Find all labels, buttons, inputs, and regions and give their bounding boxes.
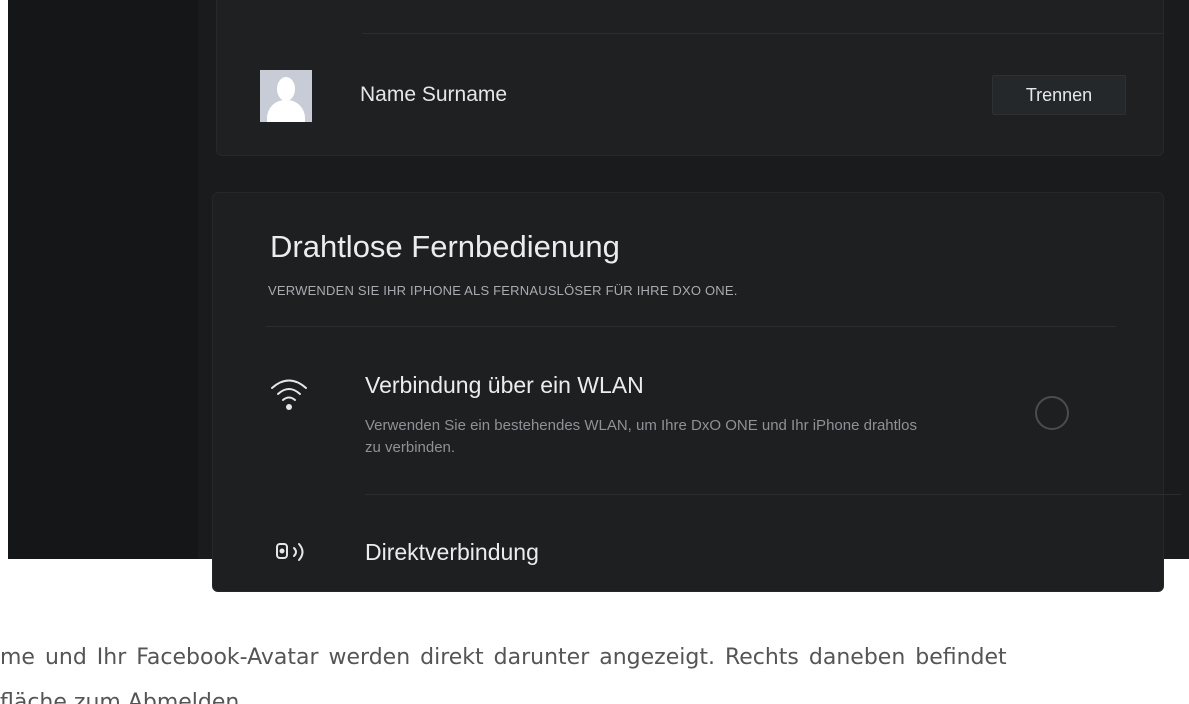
option-wlan-title[interactable]: Verbindung über ein WLAN: [365, 372, 644, 399]
account-divider: [362, 33, 1164, 34]
section-subtitle: VERWENDEN SIE IHR IPHONE ALS FERNAUSLÖSE…: [268, 283, 738, 298]
default-avatar-icon: [260, 70, 312, 122]
left-panel: [8, 0, 198, 559]
avatar-head: [277, 77, 295, 101]
option-divider: [365, 494, 1181, 495]
article-text-line-1: me und Ihr Facebook-Avatar werden direkt…: [0, 645, 1007, 670]
option-direct-title[interactable]: Direktverbindung: [365, 539, 539, 566]
article-text-line-2: fläche zum Abmelden.: [0, 690, 247, 704]
wifi-icon: [271, 379, 307, 410]
direct-connection-icon: [276, 543, 304, 561]
page: Name Surname Trennen Drahtlose Fernbedie…: [0, 0, 1189, 704]
disconnect-button[interactable]: Trennen: [992, 75, 1126, 115]
option-wlan-radio[interactable]: [1035, 396, 1069, 430]
user-name: Name Surname: [360, 83, 508, 106]
option-wlan-description: Verwenden Sie ein bestehendes WLAN, um I…: [365, 417, 917, 456]
avatar-body: [267, 100, 305, 122]
section-title: Drahtlose Fernbedienung: [270, 229, 620, 264]
section-divider: [266, 326, 1116, 327]
